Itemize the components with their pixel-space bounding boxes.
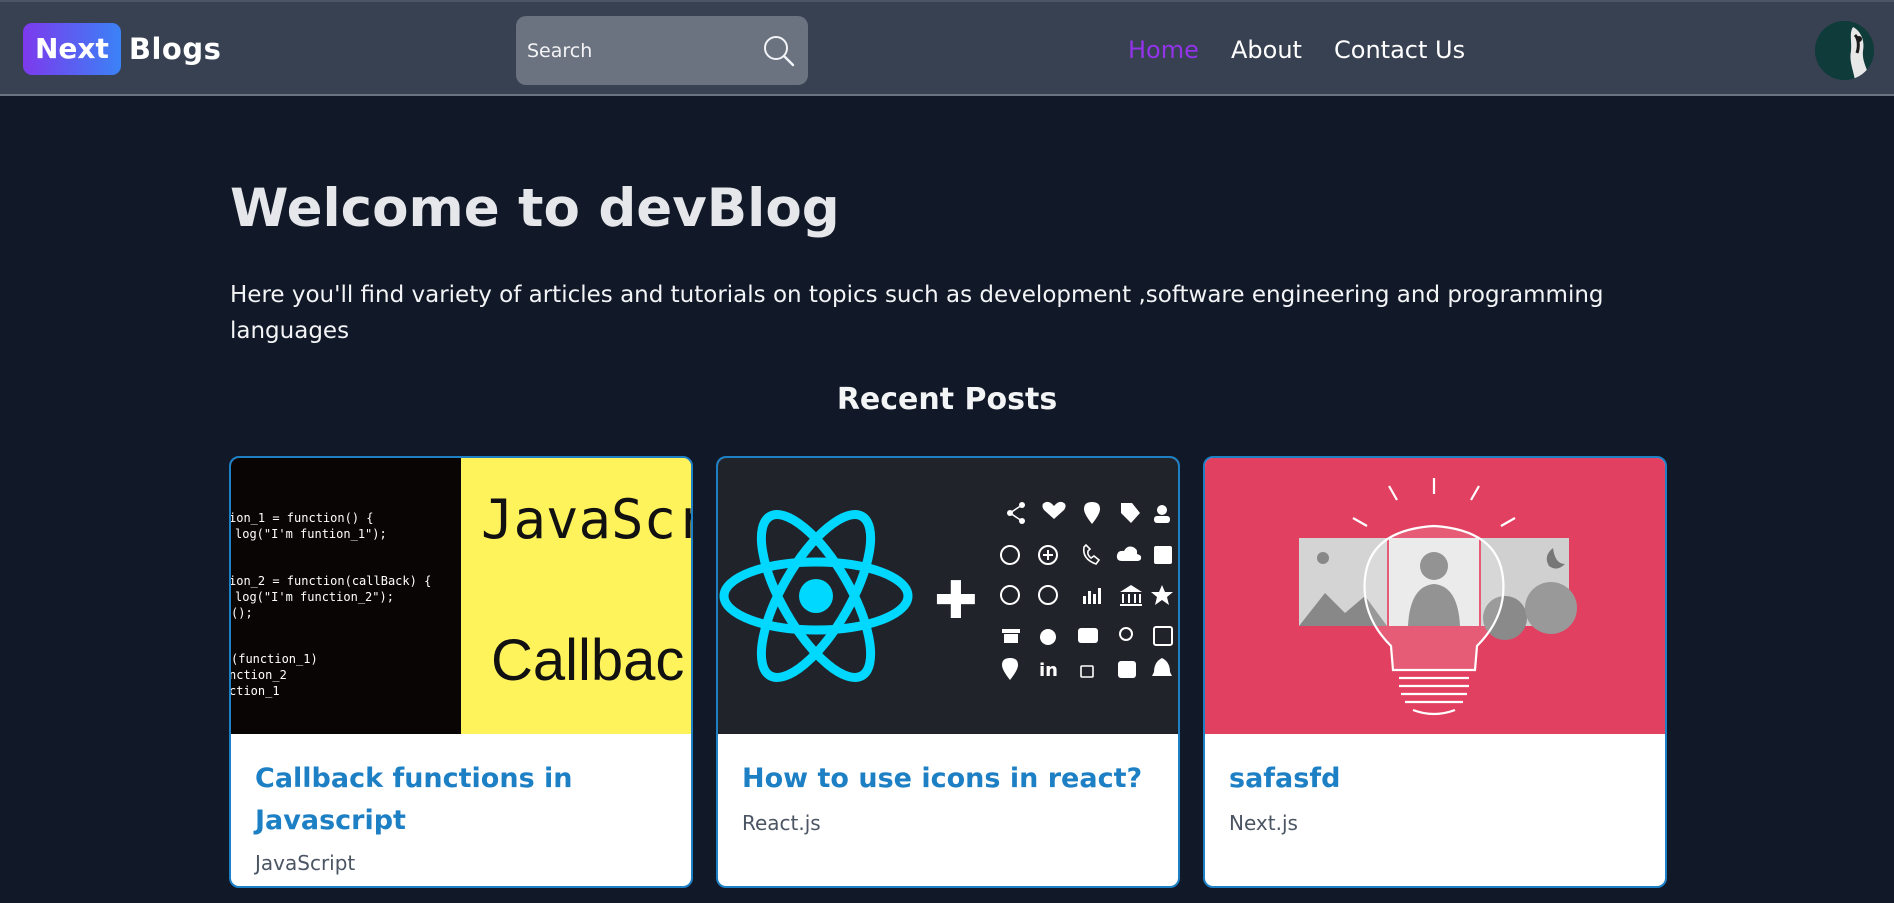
code-line-7: nction_2: [231, 668, 287, 682]
nav-link-about[interactable]: About: [1231, 34, 1302, 66]
thumb-text-callback: Callbac: [491, 628, 684, 693]
post-title[interactable]: How to use icons in react?: [742, 758, 1152, 800]
search-input[interactable]: [527, 38, 747, 64]
post-category: JavaScript: [255, 851, 356, 875]
post-card-callback[interactable]: JavaScr Callbac ion_1 = function() { log…: [229, 456, 693, 888]
nav-link-contact[interactable]: Contact Us: [1334, 34, 1465, 66]
search-icon[interactable]: [762, 34, 796, 68]
recent-posts-heading: Recent Posts: [836, 382, 1058, 417]
logo[interactable]: Next Blogs: [23, 23, 221, 75]
post-thumbnail-lightbulb: [1205, 458, 1665, 734]
chat-icon: [1078, 628, 1098, 643]
user-icon: [1157, 505, 1167, 515]
nav-link-home[interactable]: Home: [1128, 34, 1199, 66]
page-title: Welcome to devBlog: [230, 178, 840, 239]
linkedin-icon: in: [1039, 660, 1058, 681]
code-line-5: ();: [231, 606, 253, 620]
apple-icon: [1040, 629, 1056, 645]
post-title[interactable]: Callback functions in Javascript: [255, 758, 665, 842]
navbar: Next Blogs Home About Contact Us: [0, 0, 1894, 96]
youtube-icon: [1118, 661, 1136, 678]
code-line-2: log("I'm funtion_1");: [235, 527, 387, 541]
logo-text: Blogs: [128, 32, 222, 66]
thumb-text-javascript: JavaScr: [481, 488, 691, 551]
post-thumbnail-js-callbacks: JavaScr Callbac ion_1 = function() { log…: [231, 458, 691, 734]
post-card-safasfd[interactable]: safasfd Next.js: [1203, 456, 1667, 888]
post-category: React.js: [742, 811, 821, 835]
avatar-image: [1815, 21, 1874, 80]
post-category: Next.js: [1229, 811, 1298, 835]
facebook-icon: [1154, 546, 1172, 564]
post-title[interactable]: safasfd: [1229, 758, 1639, 800]
plus-icon: ✚: [934, 571, 978, 631]
code-line-1: ion_1 = function() {: [231, 511, 374, 525]
code-line-6: (function_1): [231, 652, 318, 666]
logo-badge: Next: [23, 23, 121, 75]
code-line-8: ction_1: [231, 684, 280, 698]
post-thumbnail-react-icons: ✚ in: [718, 458, 1178, 734]
code-line-3: ion_2 = function(callBack) {: [231, 574, 431, 588]
shop-icon: [1002, 629, 1020, 643]
post-card-react-icons[interactable]: ✚ in How to use icons in react? React.js: [716, 456, 1180, 888]
hero-description: Here you'll find variety of articles and…: [230, 282, 1604, 344]
avatar[interactable]: [1815, 21, 1874, 80]
sun-icon: [1317, 552, 1329, 564]
code-line-4: log("I'm function_2");: [235, 590, 394, 604]
